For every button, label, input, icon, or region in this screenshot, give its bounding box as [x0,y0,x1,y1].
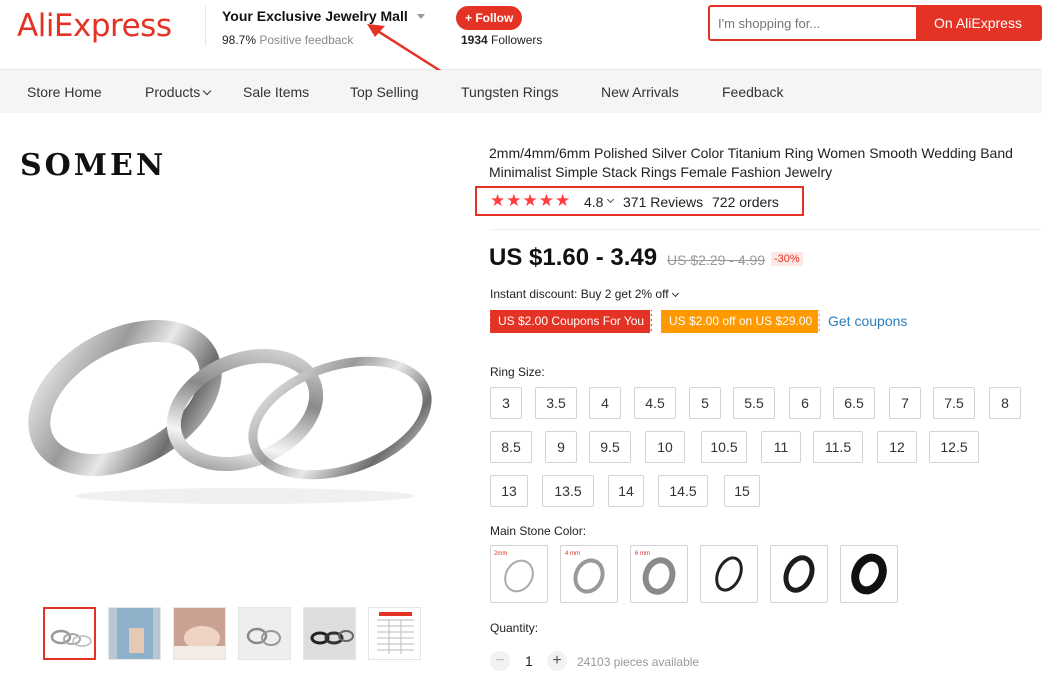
nav-new-arrivals[interactable]: New Arrivals [601,84,679,100]
original-price: US $2.29 - 4.99 [667,252,766,268]
search-box: On AliExpress [708,5,1042,41]
followers-number: 1934 [461,33,488,47]
chevron-down-icon [671,289,679,298]
ring-size-option[interactable]: 14 [608,475,644,507]
reviews-link[interactable]: 371 Reviews [623,194,703,210]
thumbnail[interactable] [303,607,356,660]
product-title: 2mm/4mm/6mm Polished Silver Color Titani… [489,145,1013,180]
chevron-down-icon [203,86,212,96]
search-button[interactable]: On AliExpress [916,7,1040,39]
ring-size-option[interactable]: 4.5 [634,387,676,419]
ring-size-option[interactable]: 11.5 [813,431,863,463]
ring-size-option[interactable]: 10 [645,431,685,463]
get-coupons-link[interactable]: Get coupons [828,313,907,329]
thumbnail[interactable] [173,607,226,660]
ring-size-option[interactable]: 7 [889,387,921,419]
ring-size-option[interactable]: 9.5 [589,431,631,463]
ring-size-option[interactable]: 14.5 [658,475,708,507]
stone-color-option[interactable] [700,545,758,603]
stone-color-label: Main Stone Color: [490,524,587,538]
aliexpress-logo[interactable]: AliExpress [17,8,172,44]
store-nav: Store Home Products Sale Items Top Selli… [0,70,1042,113]
stone-label: 6 mm [635,551,650,557]
stone-color-option[interactable]: 4 mm [560,545,618,603]
stone-label: 2mm [494,551,507,557]
thumbnail[interactable] [108,607,161,660]
star-rating-icon: ★★★★★ [490,191,572,210]
ring-size-option[interactable]: 3 [490,387,522,419]
rating-value[interactable]: 4.8 [584,194,603,210]
instant-discount[interactable]: Instant discount: Buy 2 get 2% off [490,287,679,301]
ring-size-option[interactable]: 6 [789,387,821,419]
thumbnail[interactable] [368,607,421,660]
discount-badge: -30% [771,252,803,266]
chevron-down-icon[interactable] [417,14,425,19]
ring-size-option[interactable]: 13.5 [542,475,594,507]
ring-size-option[interactable]: 5 [689,387,721,419]
product-main-image[interactable] [15,228,445,518]
ring-size-option[interactable]: 4 [589,387,621,419]
stone-label: 4 mm [565,551,580,557]
nav-feedback[interactable]: Feedback [722,84,783,100]
feedback-percent: 98.7% [222,33,257,47]
brand-logo: SOMEN [20,148,167,183]
ring-size-option[interactable]: 8 [989,387,1021,419]
orders-count: 722 orders [712,194,779,210]
quantity-increase-button[interactable]: + [547,651,567,671]
ring-size-option[interactable]: 13 [490,475,528,507]
thumbnail[interactable] [43,607,96,660]
feedback-label: Positive feedback [259,33,354,47]
ring-size-option[interactable]: 9 [545,431,577,463]
ring-size-option[interactable]: 10.5 [701,431,747,463]
ring-size-option[interactable]: 7.5 [933,387,975,419]
ring-size-option[interactable]: 12.5 [929,431,979,463]
coupon-store[interactable]: US $2.00 Coupons For You [487,310,655,333]
ring-size-label: Ring Size: [490,365,545,379]
quantity-input[interactable]: 1 [525,653,533,669]
stone-color-option[interactable]: 2mm [490,545,548,603]
stone-color-option[interactable] [840,545,898,603]
ring-size-option[interactable]: 11 [761,431,801,463]
stone-color-option[interactable]: 6 mm [630,545,688,603]
ring-size-option[interactable]: 8.5 [490,431,532,463]
thumbnail[interactable] [238,607,291,660]
product-price: US $1.60 - 3.49 [489,244,658,271]
coupon-select[interactable]: US $2.00 off on US $29.00 [658,310,823,333]
nav-products[interactable]: Products [145,84,212,100]
header-divider [205,6,206,46]
search-input[interactable] [718,13,913,33]
follow-button[interactable]: + Follow [456,6,523,30]
nav-tungsten-rings[interactable]: Tungsten Rings [461,84,559,100]
nav-sale-items[interactable]: Sale Items [243,84,309,100]
ring-size-option[interactable]: 6.5 [833,387,875,419]
followers-count: 1934 Followers [461,33,542,47]
section-divider [490,229,1042,230]
ring-size-option[interactable]: 3.5 [535,387,577,419]
store-feedback: 98.7% Positive feedback [222,33,353,47]
ring-size-option[interactable]: 12 [877,431,917,463]
stock-available: 24103 pieces available [577,655,700,669]
ring-size-option[interactable]: 15 [724,475,760,507]
followers-label: Followers [491,33,543,47]
ring-size-option[interactable]: 5.5 [733,387,775,419]
quantity-label: Quantity: [490,621,539,635]
store-header: AliExpress Your Exclusive Jewelry Mall 9… [0,0,1042,70]
instant-discount-label: Instant discount: Buy 2 get 2% off [490,287,669,301]
nav-store-home[interactable]: Store Home [27,84,102,100]
quantity-decrease-button[interactable]: − [490,651,510,671]
nav-products-label: Products [145,84,201,100]
nav-top-selling[interactable]: Top Selling [350,84,419,100]
stone-color-option[interactable] [770,545,828,603]
